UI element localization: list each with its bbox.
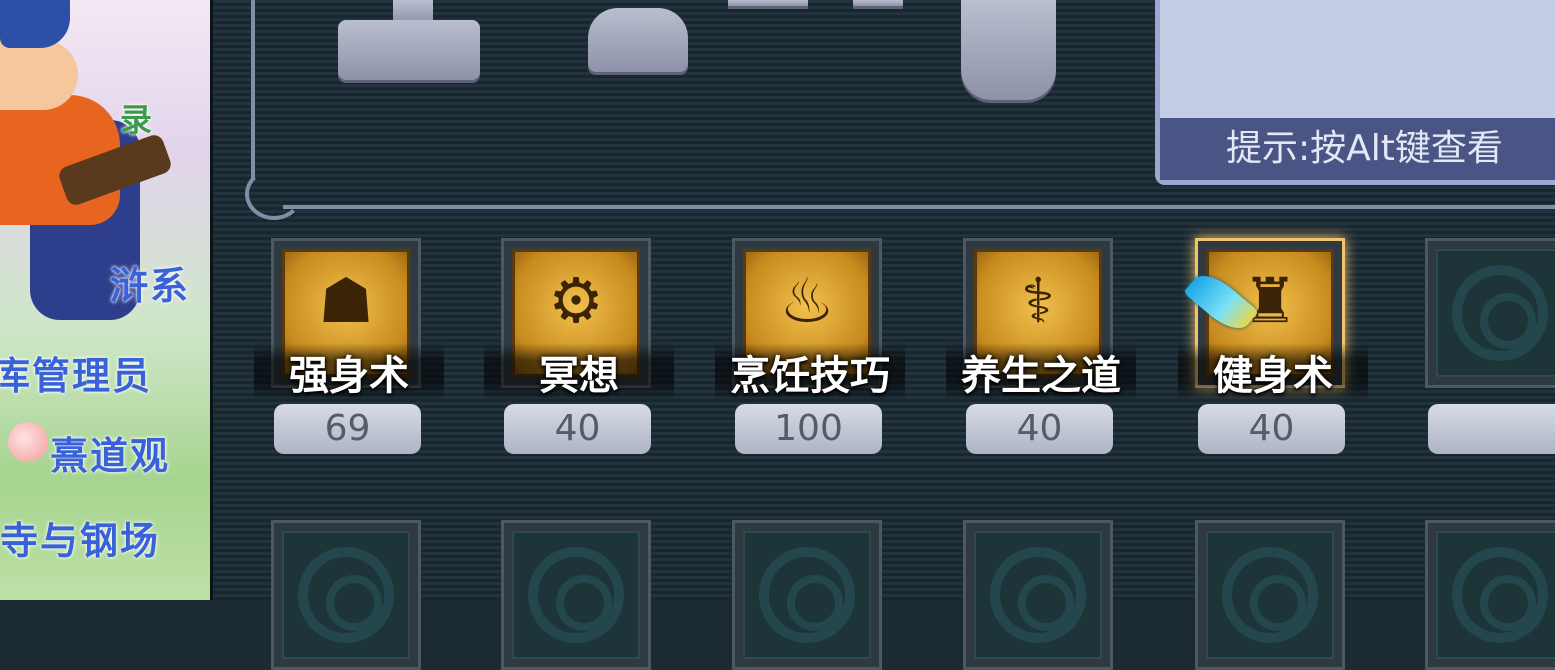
skill-name: 冥想	[484, 343, 674, 401]
bg-text-1: 录	[120, 101, 155, 139]
skill-name: 烹饪技巧	[715, 343, 905, 401]
skill-level-empty	[1428, 404, 1555, 454]
statue-3	[961, 0, 1056, 100]
frame-border-bottom	[283, 205, 1555, 209]
empty-slot-emblem-icon	[512, 531, 640, 659]
statue-fragment-2	[853, 0, 903, 6]
empty-slot-emblem-icon	[282, 531, 410, 659]
frame-ornament	[245, 168, 303, 220]
hint-text: 提示:按Alt键查看	[1160, 118, 1555, 180]
skill-slot-frame-selected: ♜ 健身术	[1178, 238, 1368, 401]
skill-slot-6-empty[interactable]	[1425, 238, 1555, 454]
skill-level: 100	[735, 404, 882, 454]
skill-slot-7-empty[interactable]	[271, 520, 427, 670]
statue-base-1	[338, 20, 480, 80]
empty-slot-emblem-icon	[1206, 531, 1334, 659]
skill-level: 40	[1198, 404, 1345, 454]
skill-slot-frame	[271, 520, 421, 670]
empty-slot-emblem-icon	[743, 531, 871, 659]
skill-slot-frame	[1425, 238, 1555, 388]
statue-2	[588, 8, 688, 72]
empty-slot-emblem-icon	[1436, 249, 1555, 377]
skill-slot-2[interactable]: ⚙ 冥想 40	[484, 238, 674, 454]
skill-slot-frame: ⚙ 冥想	[484, 238, 674, 401]
skill-level: 40	[504, 404, 651, 454]
skill-slot-12-empty[interactable]	[1425, 520, 1555, 670]
skill-slot-frame	[732, 520, 882, 670]
skill-slot-9-empty[interactable]	[732, 520, 888, 670]
skill-level: 40	[966, 404, 1113, 454]
skill-slot-5[interactable]: ♜ 健身术 40	[1178, 238, 1368, 454]
skill-slot-frame	[501, 520, 651, 670]
left-scenery: 录 浒系 库管理员 熹道观 寺与钢场	[0, 0, 213, 600]
statue-fragment-1	[728, 0, 808, 6]
skill-slot-8-empty[interactable]	[501, 520, 657, 670]
bg-text-2: 浒系	[110, 264, 191, 308]
skill-slot-frame	[1425, 520, 1555, 670]
skill-slot-11-empty[interactable]	[1195, 520, 1351, 670]
skill-name: 健身术	[1178, 343, 1368, 401]
skill-panel: 提示:按Alt键查看 ☗ 强身术 69 ⚙ 冥想 40 ♨ 烹饪技巧 100 ⚕…	[213, 0, 1555, 670]
empty-slot-emblem-icon	[1436, 531, 1555, 659]
empty-slot-emblem-icon	[974, 531, 1102, 659]
skill-slot-frame: ⚕ 养生之道	[946, 238, 1136, 401]
skill-slot-frame: ☗ 强身术	[254, 238, 444, 401]
skill-name: 养生之道	[946, 343, 1136, 401]
skill-slot-4[interactable]: ⚕ 养生之道 40	[946, 238, 1136, 454]
skill-name: 强身术	[254, 343, 444, 401]
npc-hat	[0, 0, 70, 48]
npc-face	[0, 40, 78, 110]
skill-slot-10-empty[interactable]	[963, 520, 1119, 670]
peach-icon	[8, 422, 48, 462]
bg-text-4: 熹道观	[50, 434, 171, 478]
bg-text-5: 寺与钢场	[0, 519, 161, 563]
skill-slot-3[interactable]: ♨ 烹饪技巧 100	[715, 238, 905, 454]
preview-box: 提示:按Alt键查看	[1155, 0, 1555, 185]
skill-slot-frame	[1195, 520, 1345, 670]
skill-slot-frame	[963, 520, 1113, 670]
skill-slot-1[interactable]: ☗ 强身术 69	[254, 238, 444, 454]
frame-border-left	[251, 0, 255, 180]
skill-slot-frame: ♨ 烹饪技巧	[715, 238, 905, 401]
bg-text-3: 库管理员	[0, 354, 153, 398]
skill-level: 69	[274, 404, 421, 454]
